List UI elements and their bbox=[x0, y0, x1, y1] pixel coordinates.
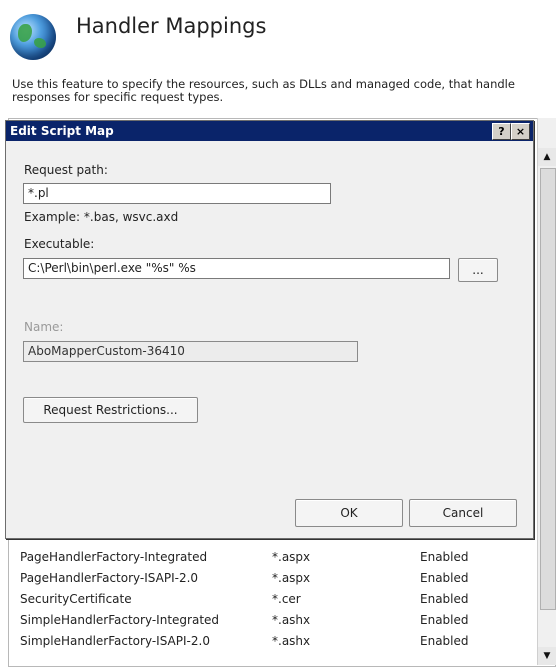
table-row[interactable]: SimpleHandlerFactory-ISAPI-2.0 *.ashx En… bbox=[14, 631, 534, 652]
scroll-thumb[interactable] bbox=[540, 168, 556, 610]
handler-state: Enabled bbox=[420, 550, 469, 564]
handler-state: Enabled bbox=[420, 613, 469, 627]
edit-script-map-dialog: Edit Script Map ? × Request path: Exampl… bbox=[5, 120, 534, 539]
list-scrollbar[interactable]: ▲ ▼ bbox=[537, 118, 556, 665]
handler-name: PageHandlerFactory-Integrated bbox=[20, 550, 208, 564]
globe-icon bbox=[10, 14, 56, 60]
executable-label: Executable: bbox=[24, 237, 95, 251]
table-row[interactable]: SimpleHandlerFactory-Integrated *.ashx E… bbox=[14, 610, 534, 631]
handler-name: PageHandlerFactory-ISAPI-2.0 bbox=[20, 571, 199, 585]
table-row[interactable]: PageHandlerFactory-Integrated *.aspx Ena… bbox=[14, 547, 534, 568]
globe-land bbox=[18, 24, 32, 42]
cancel-button[interactable]: Cancel bbox=[409, 499, 517, 527]
handler-path: *.cer bbox=[272, 592, 301, 606]
help-button[interactable]: ? bbox=[492, 123, 511, 140]
handler-name: SecurityCertificate bbox=[20, 592, 132, 606]
request-path-input[interactable] bbox=[23, 183, 331, 204]
handler-path: *.aspx bbox=[272, 571, 311, 585]
page-title: Handler Mappings bbox=[76, 14, 267, 38]
handler-name: SimpleHandlerFactory-Integrated bbox=[20, 613, 220, 627]
executable-input[interactable] bbox=[23, 258, 450, 279]
handler-path: *.ashx bbox=[272, 613, 311, 627]
dialog-titlebar[interactable]: Edit Script Map ? × bbox=[6, 121, 533, 141]
browse-button[interactable]: ... bbox=[458, 258, 498, 282]
name-label: Name: bbox=[24, 320, 64, 334]
scroll-up-arrow-icon[interactable]: ▲ bbox=[538, 148, 556, 166]
handler-state: Enabled bbox=[420, 571, 469, 585]
name-input bbox=[23, 341, 358, 362]
scroll-down-arrow-icon[interactable]: ▼ bbox=[538, 647, 556, 665]
globe-land bbox=[34, 38, 46, 48]
close-button[interactable]: × bbox=[511, 123, 530, 140]
table-row[interactable]: PageHandlerFactory-ISAPI-2.0 *.aspx Enab… bbox=[14, 568, 534, 589]
request-restrictions-button[interactable]: Request Restrictions... bbox=[23, 397, 198, 423]
table-row[interactable]: SecurityCertificate *.cer Enabled bbox=[14, 589, 534, 610]
request-path-label: Request path: bbox=[24, 163, 108, 177]
handler-name: SimpleHandlerFactory-ISAPI-2.0 bbox=[20, 634, 210, 648]
handler-state: Enabled bbox=[420, 592, 469, 606]
handler-state: Enabled bbox=[420, 634, 469, 648]
dialog-title: Edit Script Map bbox=[10, 124, 114, 138]
request-path-example: Example: *.bas, wsvc.axd bbox=[24, 210, 179, 224]
page-description: Use this feature to specify the resource… bbox=[12, 77, 515, 104]
handler-rows: PageHandlerFactory-Integrated *.aspx Ena… bbox=[14, 547, 534, 652]
handler-path: *.ashx bbox=[272, 634, 311, 648]
ok-button[interactable]: OK bbox=[295, 499, 403, 527]
handler-path: *.aspx bbox=[272, 550, 311, 564]
